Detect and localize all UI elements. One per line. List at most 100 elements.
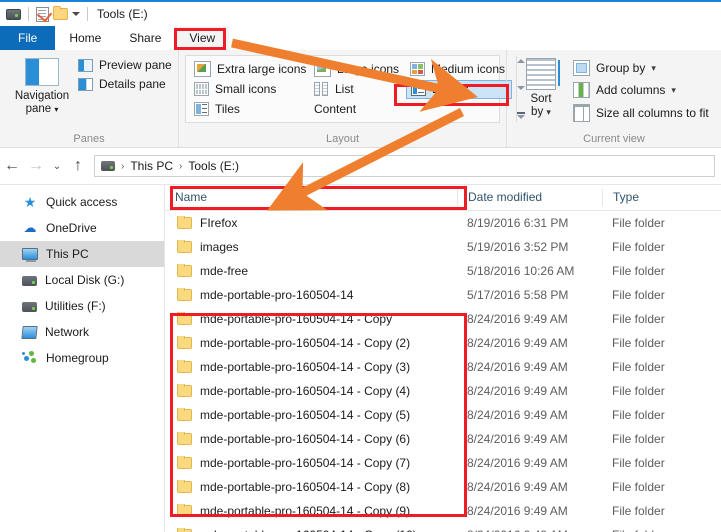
tab-file[interactable]: File [0,26,56,50]
column-header-name[interactable]: Name [165,189,457,206]
medium-icons-icon [410,62,425,76]
file-name-label: mde-free [200,264,249,278]
current-view-group-label: Current view [583,133,645,145]
size-all-columns-button[interactable]: Size all columns to fit [573,104,709,122]
column-header-date-modified[interactable]: Date modified [457,189,602,206]
chevron-down-icon[interactable]: ▾ [671,85,676,96]
properties-icon[interactable] [36,6,53,22]
folder-icon [177,384,192,397]
folder-icon [177,336,192,349]
panes-group-label: Panes [73,133,105,145]
tiles-icon [194,102,209,116]
details-pane-button[interactable]: Details pane [78,77,172,91]
breadcrumb-this-pc[interactable]: This PC [130,159,173,173]
layout-small-icons[interactable]: Small icons [190,80,306,99]
cell-name: mde-portable-pro-160504-14 - Copy (3) [165,360,457,374]
new-folder-icon[interactable] [53,6,68,20]
file-name-label: mde-portable-pro-160504-14 - Copy (4) [200,384,411,398]
table-row[interactable]: mde-portable-pro-160504-14 - Copy (10) 8/… [165,523,721,532]
tab-view[interactable]: View [175,26,230,50]
sidebar-item-label: Homegroup [46,351,109,365]
cell-name: mde-portable-pro-160504-14 - Copy (9) [165,504,457,518]
small-icons-icon [194,82,209,96]
layout-tiles[interactable]: Tiles [190,100,306,119]
computer-icon [22,248,38,262]
network-icon [21,325,38,339]
navigation-pane-label-2: pane ▾ [25,103,59,115]
breadcrumb-tools-e[interactable]: Tools (E:) [188,159,239,173]
file-explorer-window: Tools (E:) File Home Share View Navigati… [0,0,721,532]
folder-icon [177,216,192,229]
table-row[interactable]: mde-portable-pro-160504-14 - Copy (2) 8/2… [165,331,721,355]
table-row[interactable]: mde-portable-pro-160504-14 - Copy (7) 8/2… [165,451,721,475]
navigation-pane-icon [25,58,59,86]
cell-type: File folder [612,312,665,326]
table-row[interactable]: FIrefox 8/19/2016 6:31 PM File folder [165,211,721,235]
table-row[interactable]: images 5/19/2016 3:52 PM File folder [165,235,721,259]
forward-button[interactable]: → [24,154,48,178]
table-row[interactable]: mde-portable-pro-160504-14 - Copy (4) 8/2… [165,379,721,403]
table-row[interactable]: mde-portable-pro-160504-14 5/17/2016 5:58… [165,283,721,307]
cell-type: File folder [612,240,665,254]
sort-by-icon [526,58,560,90]
sidebar-item-label: OneDrive [46,221,97,235]
sidebar-item-utilities-f[interactable]: Utilities (F:) [0,293,164,319]
quick-access-toolbar [0,6,91,22]
chevron-down-icon[interactable]: ▾ [651,63,656,74]
file-list-pane: Name Date modified Type FIrefox 8/19/2016… [165,185,721,532]
chevron-down-icon[interactable]: ▾ [54,105,58,114]
extra-large-icons-icon [194,61,211,77]
cell-type: File folder [612,432,665,446]
table-row[interactable]: mde-portable-pro-160504-14 - Copy (9) 8/2… [165,499,721,523]
navigation-pane-button[interactable]: Navigation pane ▾ [6,55,78,116]
group-by-button[interactable]: Group by ▾ [573,60,709,76]
group-by-icon [573,60,590,76]
folder-icon [177,432,192,445]
breadcrumb[interactable]: › This PC › Tools (E:) [94,155,715,177]
sidebar-item-quick-access[interactable]: ★ Quick access [0,189,164,215]
recent-locations-button[interactable]: ⌄ [48,154,66,178]
add-columns-button[interactable]: Add columns ▾ [573,82,709,98]
file-name-label: mde-portable-pro-160504-14 - Copy (8) [200,480,411,494]
table-row[interactable]: mde-portable-pro-160504-14 - Copy (8) 8/2… [165,475,721,499]
cell-type: File folder [612,336,665,350]
layout-extra-large-icons[interactable]: Extra large icons [190,60,306,79]
tab-home[interactable]: Home [55,26,115,50]
layout-medium-icons[interactable]: Medium icons [406,60,512,79]
ribbon-group-current-view: Sort by ▾ Group by ▾ Add columns ▾ Size … [506,50,721,147]
sidebar-item-this-pc[interactable]: This PC [0,241,164,267]
table-row[interactable]: mde-portable-pro-160504-14 - Copy 8/24/20… [165,307,721,331]
preview-pane-button[interactable]: Preview pane [78,58,172,72]
layout-content[interactable]: Content [179,100,721,532]
back-button[interactable]: ← [0,154,24,178]
cell-type: File folder [612,216,665,230]
tab-share[interactable]: Share [115,26,175,50]
cell-date-modified: 8/24/2016 9:49 AM [467,456,568,470]
table-row[interactable]: mde-portable-pro-160504-14 - Copy (3) 8/2… [165,355,721,379]
details-pane-icon [78,77,93,91]
cell-type: File folder [612,288,665,302]
cell-date-modified: 5/18/2016 10:26 AM [467,264,575,278]
sort-by-button[interactable]: Sort by ▾ [513,55,569,119]
table-row[interactable]: mde-free 5/18/2016 10:26 AM File folder [165,259,721,283]
navigation-pane: ★ Quick access ☁ OneDrive This PC Local … [0,185,165,532]
sidebar-item-homegroup[interactable]: Homegroup [0,345,164,371]
layout-gallery: Extra large icons Small icons Tiles Larg… [179,55,721,532]
sidebar-item-local-disk-g[interactable]: Local Disk (G:) [0,267,164,293]
cell-date-modified: 8/19/2016 6:31 PM [467,216,569,230]
sidebar-item-network[interactable]: Network [0,319,164,345]
layout-list[interactable]: List [310,80,402,99]
sidebar-item-onedrive[interactable]: ☁ OneDrive [0,215,164,241]
folder-icon [177,456,192,469]
column-header-type[interactable]: Type [602,189,721,206]
up-button[interactable]: ↑ [66,154,90,178]
table-row[interactable]: mde-portable-pro-160504-14 - Copy (6) 8/2… [165,427,721,451]
drive-icon[interactable] [6,8,21,20]
cell-name: mde-portable-pro-160504-14 - Copy (6) [165,432,457,446]
layout-details[interactable]: Details [406,79,512,99]
add-columns-label: Add columns [596,83,666,97]
customize-caret-icon[interactable] [72,12,80,16]
layout-large-icons[interactable]: Large icons [310,60,402,79]
chevron-down-icon[interactable]: ▾ [546,107,551,117]
table-row[interactable]: mde-portable-pro-160504-14 - Copy (5) 8/2… [165,403,721,427]
